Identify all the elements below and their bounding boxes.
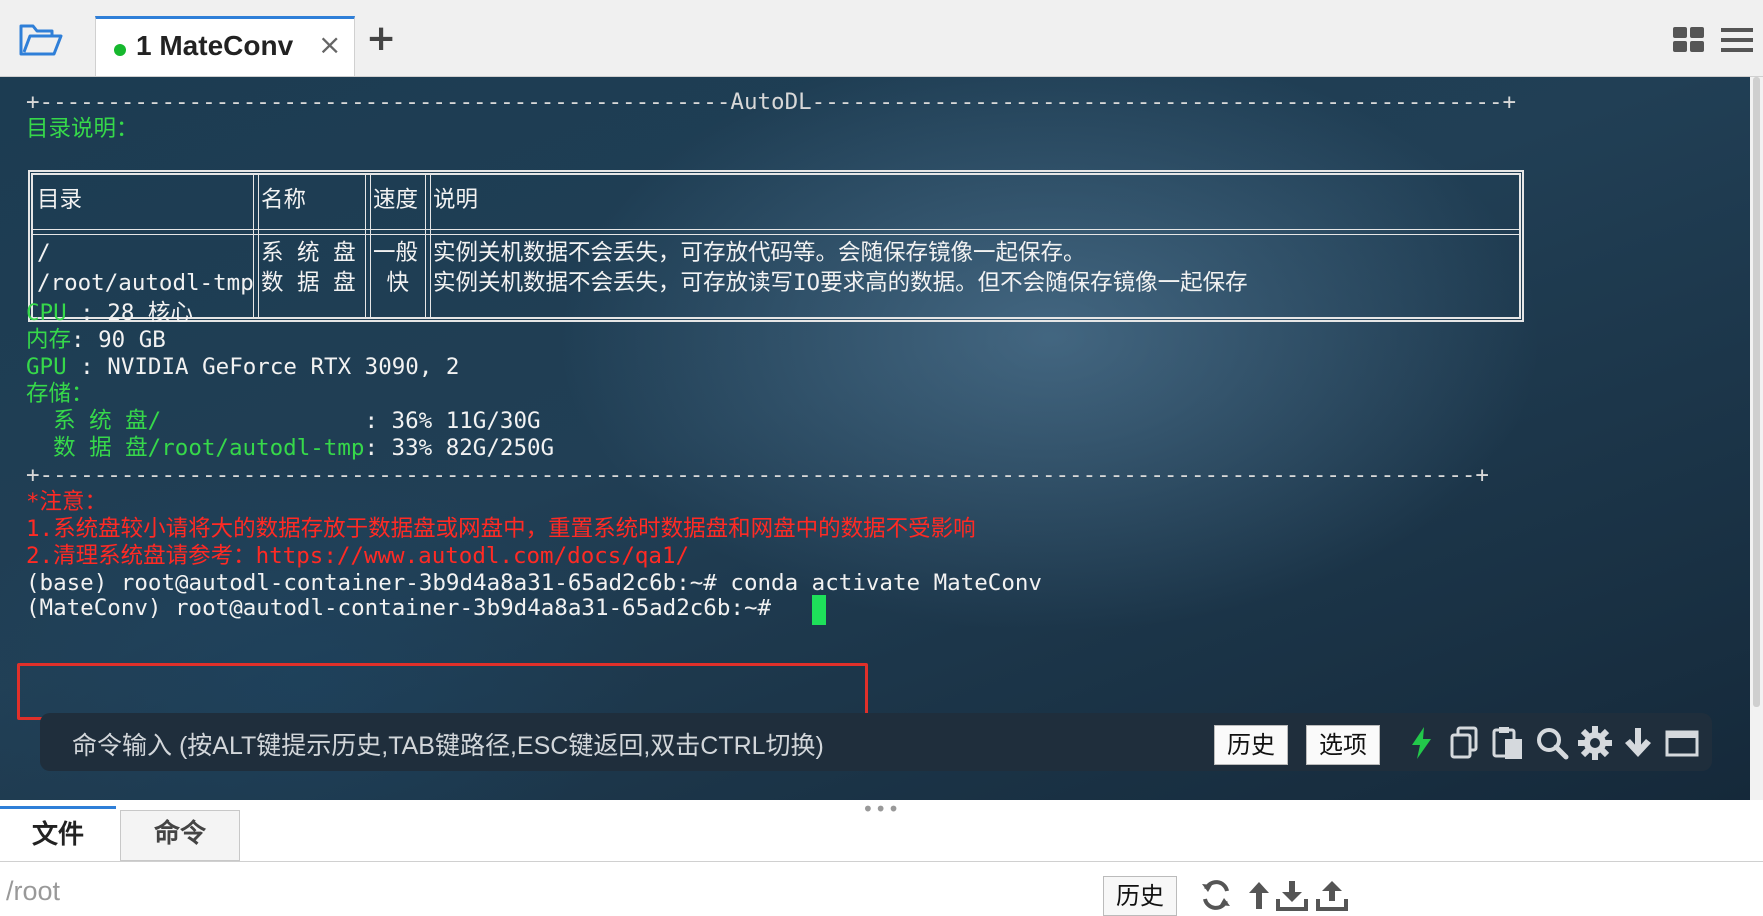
- lightning-icon[interactable]: [1404, 725, 1440, 761]
- terminal-cursor: [812, 595, 826, 625]
- download-icon[interactable]: [1276, 879, 1308, 911]
- tab-mateconv[interactable]: 1 MateConv ×: [95, 16, 355, 76]
- table-cell: 实例关机数据不会丢失，可存放读写IO要求高的数据。但不会随保存镜像一起保存: [433, 270, 1248, 296]
- note-line-2: 2.清理系统盘请参考：https://www.autodl.com/docs/q…: [26, 543, 690, 569]
- note-line-1: 1.系统盘较小请将大的数据存放于数据盘或网盘中，重置系统时数据盘和网盘中的数据不…: [26, 516, 976, 542]
- table-cell: 数 据 盘: [261, 270, 356, 296]
- table-header-desc: 说明: [433, 187, 479, 213]
- tab-commands[interactable]: 命令: [120, 810, 240, 861]
- cpu-line: CPU : 28 核心: [26, 300, 193, 326]
- terminal-scrollbar[interactable]: [1750, 77, 1763, 800]
- paste-icon[interactable]: [1490, 725, 1526, 761]
- upload-icon[interactable]: [1316, 879, 1348, 911]
- close-icon[interactable]: ×: [318, 28, 341, 61]
- shell-prompt-line: (MateConv) root@autodl-container-3b9d4a8…: [26, 595, 785, 621]
- copy-icon[interactable]: [1448, 725, 1484, 761]
- add-tab-button[interactable]: +: [366, 18, 396, 59]
- system-disk-line: 系 统 盘/ : 36% 11G/30G: [26, 408, 541, 434]
- path-history-button[interactable]: 历史: [1103, 876, 1177, 916]
- arrow-down-icon[interactable]: [1620, 725, 1656, 761]
- data-disk-line: 数 据 盘/root/autodl-tmp: 33% 82G/250G: [26, 435, 555, 461]
- connection-status-dot: [114, 44, 126, 56]
- bottom-panel-tabs: 文件 命令: [0, 806, 1763, 862]
- table-cell: 实例关机数据不会丢失，可存放代码等。会随保存镜像一起保存。: [433, 240, 1086, 266]
- dir-label: 目录说明：: [26, 116, 139, 142]
- command-input-bar[interactable]: 命令输入 (按ALT键提示历史,TAB键路径,ESC键返回,双击CTRL切换) …: [40, 713, 1712, 771]
- hamburger-menu-icon[interactable]: [1720, 26, 1754, 54]
- table-header-name: 名称: [261, 187, 307, 213]
- table-cell: /: [37, 240, 51, 266]
- gpu-line: GPU : NVIDIA GeForce RTX 3090, 2: [26, 354, 460, 380]
- rule-top: +---------------------------------------…: [26, 89, 1517, 115]
- storage-label: 存储：: [26, 381, 94, 407]
- table-header-dir: 目录: [37, 187, 83, 213]
- table-column-rule: [253, 175, 259, 317]
- arrow-up-icon[interactable]: [1243, 879, 1275, 911]
- refresh-icon[interactable]: [1200, 879, 1232, 911]
- table-cell: 系 统 盘: [261, 240, 356, 266]
- prompt-highlight-box: [17, 663, 868, 720]
- window-icon[interactable]: [1664, 725, 1700, 761]
- rule-bottom: +---------------------------------------…: [26, 462, 1489, 488]
- table-cell: 一般: [373, 240, 419, 266]
- table-cell: /root/autodl-tmp: [37, 270, 254, 296]
- command-input-placeholder[interactable]: 命令输入 (按ALT键提示历史,TAB键路径,ESC键返回,双击CTRL切换): [72, 726, 824, 762]
- tab-bar: 1 MateConv × +: [0, 0, 1763, 77]
- history-button[interactable]: 历史: [1214, 725, 1288, 765]
- folder-open-icon[interactable]: [18, 22, 64, 60]
- table-header-speed: 速度: [373, 187, 419, 213]
- directory-table: 目录 名称 速度 说明 / 系 统 盘 一般 实例关机数据不会丢失，可存放代码等…: [28, 170, 1524, 322]
- tab-files[interactable]: 文件: [0, 806, 116, 861]
- search-icon[interactable]: [1534, 725, 1570, 761]
- grid-layout-icon[interactable]: [1672, 26, 1706, 54]
- note-title: *注意：: [26, 489, 108, 515]
- options-button[interactable]: 选项: [1306, 725, 1380, 765]
- table-column-rule: [425, 175, 431, 317]
- gear-icon[interactable]: [1577, 725, 1613, 761]
- scrollbar-thumb[interactable]: [1753, 77, 1760, 707]
- file-path[interactable]: /root: [6, 876, 60, 907]
- table-column-rule: [365, 175, 371, 317]
- table-cell: 快: [373, 270, 423, 296]
- tab-title: 1 MateConv: [136, 30, 294, 61]
- memory-line: 内存: 90 GB: [26, 327, 166, 353]
